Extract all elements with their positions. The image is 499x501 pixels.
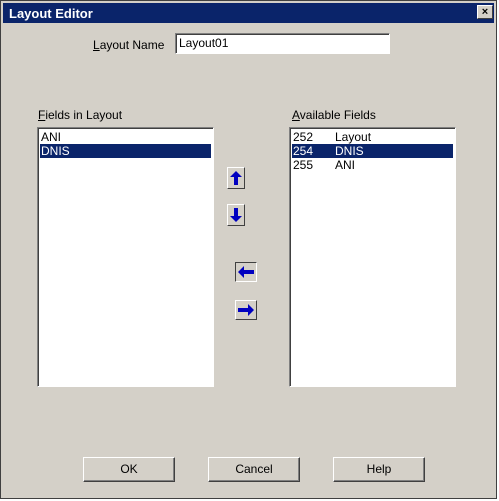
ok-button[interactable]: OK xyxy=(83,457,175,482)
close-icon: × xyxy=(481,6,489,18)
available-fields-list[interactable]: 252 Layout 254 DNIS 255 ANI xyxy=(289,127,456,387)
layout-editor-window: Layout Editor × Layout Name Layout01 Fie… xyxy=(0,0,497,499)
fields-in-layout-list[interactable]: ANI DNIS xyxy=(37,127,214,387)
available-fields-label: Available Fields xyxy=(292,108,376,122)
list-item[interactable]: 255 ANI xyxy=(292,158,453,172)
layout-name-input[interactable]: Layout01 xyxy=(175,33,390,54)
cancel-button[interactable]: Cancel xyxy=(208,457,300,482)
window-title: Layout Editor xyxy=(9,6,93,21)
field-name: ANI xyxy=(335,158,356,172)
left-arrow-icon xyxy=(238,266,254,278)
field-id: 254 xyxy=(293,144,314,158)
field-name: Layout xyxy=(335,130,372,144)
help-button[interactable]: Help xyxy=(333,457,425,482)
move-down-button[interactable] xyxy=(227,204,245,226)
field-id: 255 xyxy=(293,158,314,172)
list-item-selected[interactable]: DNIS xyxy=(40,144,211,158)
up-arrow-icon xyxy=(230,171,242,185)
move-up-button[interactable] xyxy=(227,167,245,189)
remove-field-button[interactable] xyxy=(235,300,257,320)
list-item[interactable]: 252 Layout xyxy=(292,130,453,144)
fields-in-layout-label: Fields in Layout xyxy=(38,108,123,122)
field-id: 252 xyxy=(293,130,314,144)
title-bar[interactable]: Layout Editor × xyxy=(3,3,494,23)
down-arrow-icon xyxy=(230,208,242,222)
list-item[interactable]: ANI xyxy=(40,130,211,144)
right-arrow-icon xyxy=(238,304,254,316)
list-item-selected[interactable]: 254 DNIS xyxy=(292,144,453,158)
layout-name-label: Layout Name xyxy=(93,38,165,52)
field-name: DNIS xyxy=(335,144,364,158)
close-button[interactable]: × xyxy=(477,5,493,19)
add-field-button[interactable] xyxy=(235,262,257,282)
